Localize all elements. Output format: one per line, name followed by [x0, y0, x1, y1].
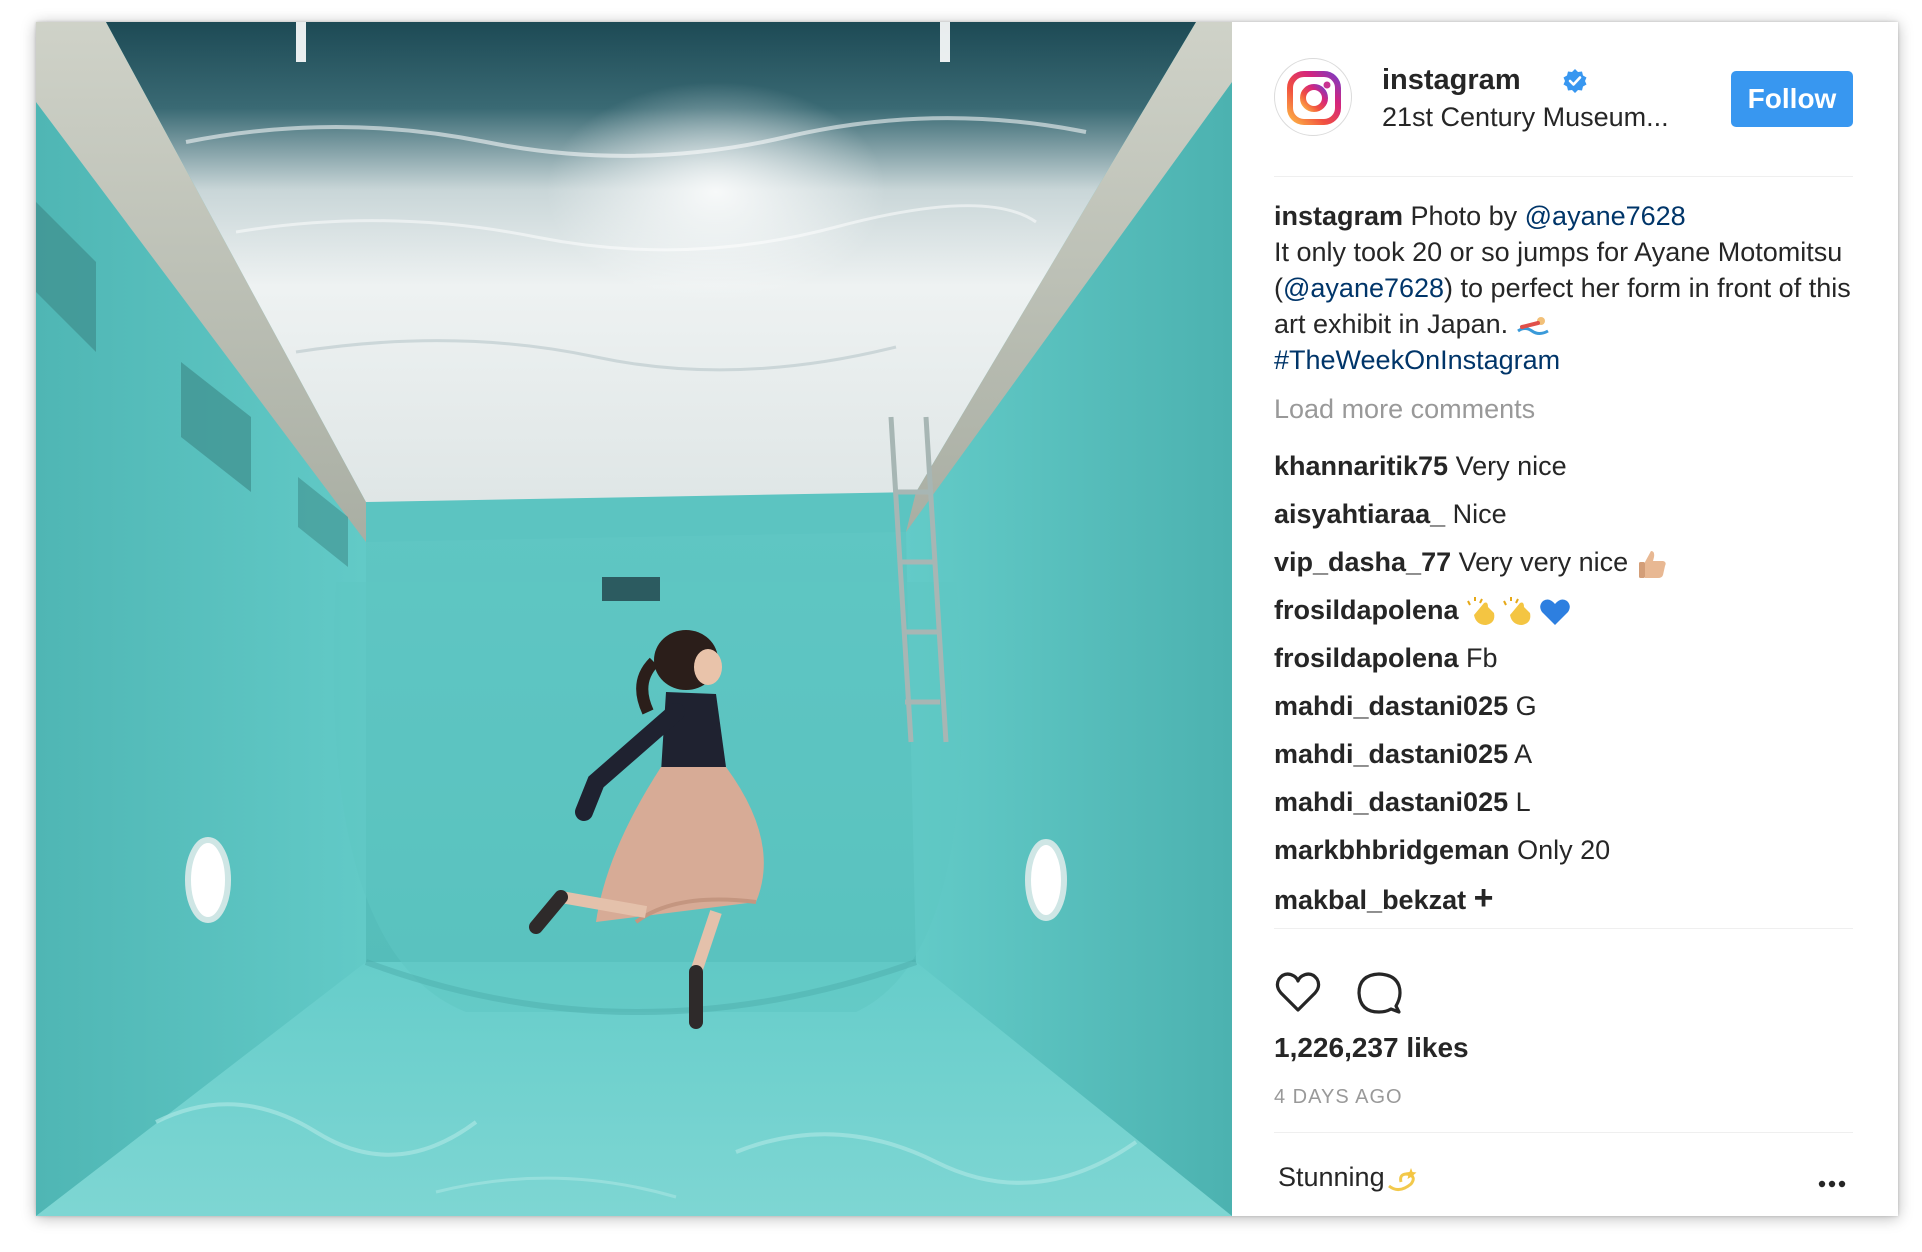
- comment-text: A: [1514, 739, 1533, 769]
- comment-username[interactable]: mahdi_dastani025: [1274, 739, 1508, 769]
- comment-text: Nice: [1452, 499, 1507, 529]
- pool-photo-illustration: [36, 22, 1232, 1216]
- comment-item: mahdi_dastani025 A: [1274, 736, 1864, 784]
- thumbs-up-emoji-icon: [1638, 550, 1666, 578]
- comment-item: makbal_bekzat +: [1274, 880, 1864, 928]
- heart-icon[interactable]: [1274, 970, 1322, 1014]
- header-divider: [1274, 176, 1853, 177]
- caption-mention[interactable]: @ayane7628: [1525, 201, 1686, 231]
- comment-text: Very very nice: [1458, 547, 1629, 577]
- post-caption: instagram Photo by @ayane7628 It only to…: [1274, 198, 1864, 378]
- comment-input-value[interactable]: Stunning: [1278, 1162, 1385, 1192]
- likes-count[interactable]: 1,226,237 likes: [1274, 1032, 1469, 1064]
- more-options-icon[interactable]: [1818, 1180, 1846, 1188]
- comment-item: mahdi_dastani025 G: [1274, 688, 1864, 736]
- comment-username[interactable]: mahdi_dastani025: [1274, 691, 1508, 721]
- account-username[interactable]: instagram: [1382, 64, 1521, 97]
- follow-button[interactable]: Follow: [1731, 71, 1853, 127]
- comment-text: Very nice: [1455, 451, 1567, 481]
- post-location[interactable]: 21st Century Museum...: [1382, 102, 1669, 133]
- comment-item: vip_dasha_77 Very very nice: [1274, 544, 1864, 592]
- comment-item: frosildapolena: [1274, 592, 1864, 640]
- instagram-logo-icon: [1287, 71, 1341, 125]
- comment-item: mahdi_dastani025 L: [1274, 784, 1864, 832]
- caption-text: Photo by: [1403, 201, 1525, 231]
- comment-item: frosildapolena Fb: [1274, 640, 1864, 688]
- comment-username[interactable]: makbal_bekzat: [1274, 885, 1466, 915]
- post-photo[interactable]: [36, 22, 1232, 1216]
- comment-text: L: [1515, 787, 1531, 817]
- clapping-hands-emoji-icon: [1503, 596, 1531, 625]
- avatar[interactable]: [1274, 58, 1352, 136]
- post-timestamp[interactable]: 4 DAYS AGO: [1274, 1086, 1403, 1109]
- swimmer-emoji-icon: [1516, 316, 1549, 335]
- post-header: instagram 21st Century Museum... Follow: [1232, 22, 1898, 172]
- comment-username[interactable]: mahdi_dastani025: [1274, 787, 1508, 817]
- comment-username[interactable]: aisyahtiaraa_: [1274, 499, 1445, 529]
- dizzy-emoji-icon: [1387, 1167, 1417, 1191]
- comment-username[interactable]: frosildapolena: [1274, 643, 1459, 673]
- comment-bubble-icon[interactable]: [1356, 970, 1402, 1016]
- comment-item: markbhbridgeman Only 20: [1274, 832, 1864, 880]
- comment-username[interactable]: khannaritik75: [1274, 451, 1448, 481]
- comment-text: +: [1473, 879, 1494, 917]
- caption-hashtag[interactable]: #TheWeekOnInstagram: [1274, 345, 1560, 375]
- comment-username[interactable]: vip_dasha_77: [1274, 547, 1451, 577]
- comments-divider: [1274, 928, 1853, 929]
- instagram-post-card: instagram 21st Century Museum... Follow …: [36, 22, 1898, 1216]
- comments-list: khannaritik75 Very nice aisyahtiaraa_ Ni…: [1274, 448, 1864, 928]
- clapping-hands-emoji-icon: [1467, 596, 1495, 625]
- comment-text: Fb: [1466, 643, 1498, 673]
- caption-mention[interactable]: @ayane7628: [1283, 273, 1444, 303]
- blue-heart-emoji-icon: [1540, 599, 1570, 625]
- comment-username[interactable]: frosildapolena: [1274, 595, 1459, 625]
- comment-item: khannaritik75 Very nice: [1274, 448, 1864, 496]
- footer-divider: [1274, 1132, 1853, 1133]
- comment-text: Only 20: [1517, 835, 1611, 865]
- caption-username[interactable]: instagram: [1274, 201, 1403, 231]
- comment-username[interactable]: markbhbridgeman: [1274, 835, 1510, 865]
- add-comment-input[interactable]: Stunning: [1278, 1162, 1419, 1194]
- verified-badge-icon: [1563, 69, 1587, 93]
- comment-item: aisyahtiaraa_ Nice: [1274, 496, 1864, 544]
- load-more-comments-link[interactable]: Load more comments: [1274, 394, 1535, 425]
- comment-text: G: [1515, 691, 1537, 721]
- post-details-panel: instagram 21st Century Museum... Follow …: [1232, 22, 1898, 1216]
